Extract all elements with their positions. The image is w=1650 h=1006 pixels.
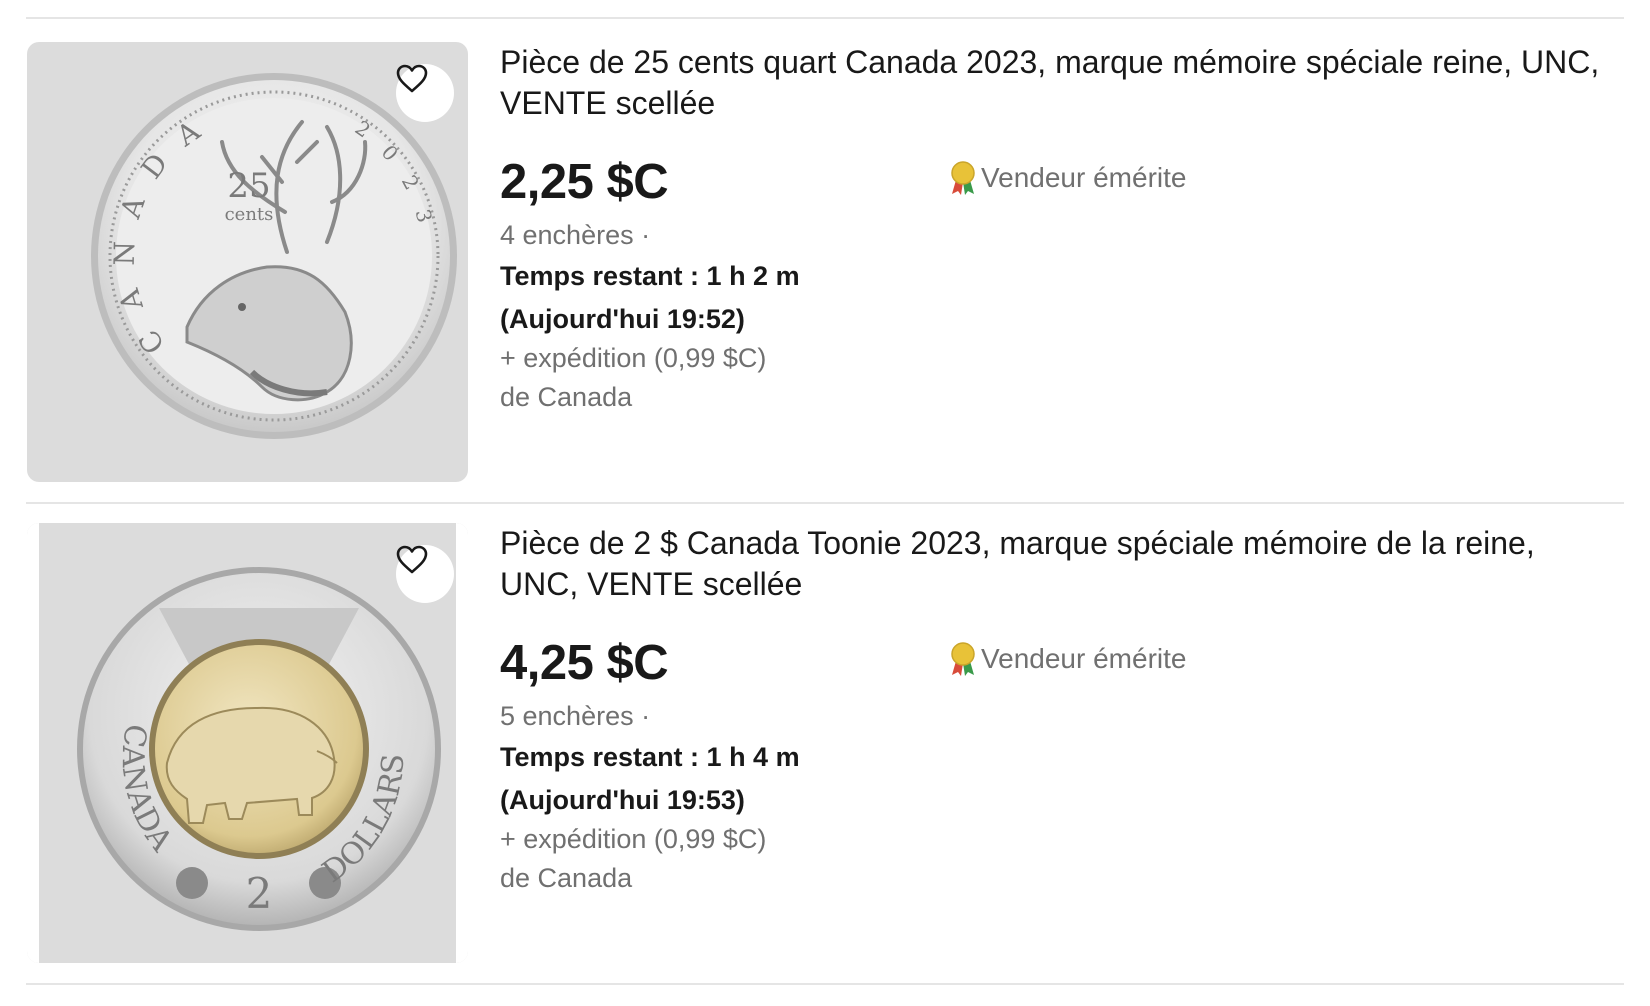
top-rated-seller-badge: Vendeur émérite (946, 641, 1186, 677)
listing-price: 2,25 $C (500, 155, 669, 209)
award-ribbon-icon (951, 642, 975, 676)
bid-count: 5 enchères · (500, 701, 651, 731)
listing-item[interactable]: 25 cents CANADA 2023 Pièce de 25 cents q… (0, 42, 1650, 482)
end-time: (Aujourd'hui 19:52) (500, 304, 745, 334)
listing-price: 4,25 $C (500, 636, 669, 690)
list-divider (26, 502, 1624, 504)
time-left: Temps restant : 1 h 2 m (500, 261, 800, 291)
coin-denomination: 25 (227, 166, 270, 206)
heart-icon (396, 64, 428, 93)
watch-heart-button[interactable] (396, 545, 454, 603)
listing-title[interactable]: Pièce de 25 cents quart Canada 2023, mar… (500, 42, 1620, 124)
listing-thumbnail[interactable]: 2 CANADA DOLLARS (27, 523, 468, 963)
award-ribbon-icon (951, 161, 975, 195)
listing-thumbnail[interactable]: 25 cents CANADA 2023 (27, 42, 468, 482)
listing-item[interactable]: 2 CANADA DOLLARS Pièce de 2 $ Canada Too… (0, 523, 1650, 963)
list-divider-top (26, 17, 1624, 19)
bid-count: 4 enchères · (500, 220, 651, 250)
watch-heart-button[interactable] (396, 64, 454, 122)
shipping-cost: + expédition (0,99 $C) (500, 824, 767, 854)
time-left: Temps restant : 1 h 4 m (500, 742, 800, 772)
shipping-cost: + expédition (0,99 $C) (500, 343, 767, 373)
heart-icon (396, 545, 428, 574)
end-time: (Aujourd'hui 19:53) (500, 785, 745, 815)
item-location: de Canada (500, 382, 633, 412)
seller-badge-label: Vendeur émérite (981, 162, 1187, 193)
top-rated-seller-badge: Vendeur émérite (946, 160, 1186, 196)
coin-unit: cents (225, 204, 274, 225)
item-location: de Canada (500, 863, 633, 893)
list-divider (26, 983, 1624, 985)
coin-denomination: 2 (246, 869, 273, 918)
listing-title[interactable]: Pièce de 2 $ Canada Toonie 2023, marque … (500, 523, 1620, 605)
coin-country-letter: N (108, 241, 141, 266)
seller-badge-label: Vendeur émérite (981, 643, 1187, 674)
